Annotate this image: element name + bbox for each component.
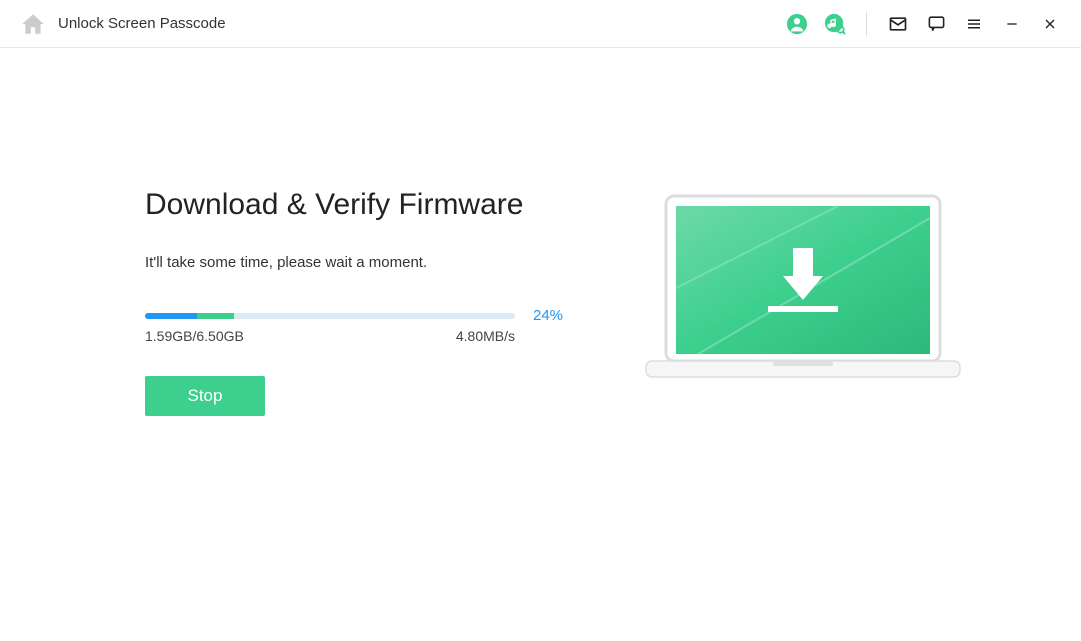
home-icon[interactable] [20,11,46,37]
progress-fill-green [197,313,234,319]
page-title: Unlock Screen Passcode [58,15,786,32]
close-icon[interactable] [1039,13,1061,35]
progress-percent: 24% [533,307,563,324]
divider [866,12,867,36]
account-icon[interactable] [786,13,808,35]
sub-text: It'll take some time, please wait a mome… [145,254,565,271]
progress-stats: 1.59GB/6.50GB 4.80MB/s [145,328,515,344]
music-search-icon[interactable] [824,13,846,35]
minimize-icon[interactable] [1001,13,1023,35]
progress-fill-blue [145,313,197,319]
menu-icon[interactable] [963,13,985,35]
main-heading: Download & Verify Firmware [145,188,565,222]
progress-bar [145,313,515,319]
laptop-illustration [638,188,968,393]
progress-row: 24% [145,307,565,324]
downloaded-text: 1.59GB/6.50GB [145,328,244,344]
stop-button[interactable]: Stop [145,376,265,416]
titlebar-controls [786,12,1061,36]
mail-icon[interactable] [887,13,909,35]
left-panel: Download & Verify Firmware It'll take so… [145,188,565,416]
chat-icon[interactable] [925,13,947,35]
right-panel [585,188,1021,416]
titlebar: Unlock Screen Passcode [0,0,1081,48]
speed-text: 4.80MB/s [456,328,515,344]
content: Download & Verify Firmware It'll take so… [0,48,1081,416]
